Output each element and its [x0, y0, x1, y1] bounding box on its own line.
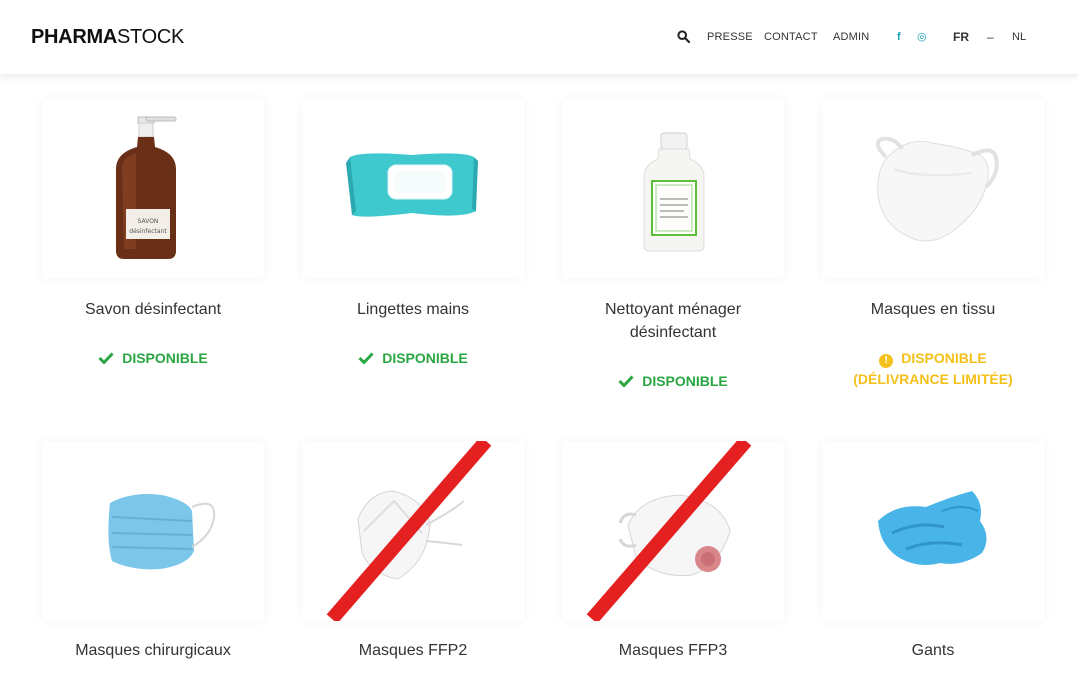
nav-presse[interactable]: PRESSE — [707, 31, 753, 43]
ffp2-mask-icon — [326, 441, 492, 621]
product-image — [562, 99, 784, 279]
site-header: PHARMASTOCK PRESSE CONTACT ADMIN f ◎ FR … — [0, 0, 1078, 74]
status-text-line-2: (DÉLIVRANCE LIMITÉE) — [853, 371, 1013, 387]
info-icon: ! — [879, 354, 894, 368]
nav-admin[interactable]: ADMIN — [833, 31, 869, 43]
status-text: DISPONIBLE — [382, 350, 468, 366]
product-image — [822, 99, 1044, 279]
product-name: Gants — [911, 642, 955, 659]
check-icon — [618, 375, 634, 387]
check-icon — [358, 352, 374, 364]
product-name-line-2: désinfectant — [629, 324, 717, 341]
product-name: Masques FFP2 — [358, 642, 468, 659]
ffp3-mask-icon — [586, 441, 752, 621]
product-name: Savon désinfectant — [84, 301, 222, 318]
product-name: Lingettes mains — [356, 301, 470, 318]
check-icon — [98, 352, 114, 364]
gloves-icon — [878, 491, 987, 565]
product-image: SAVON désinfectant — [42, 99, 264, 279]
status-available: DISPONIBLE — [562, 371, 784, 392]
product-image — [302, 441, 524, 621]
status-limited: ! DISPONIBLE — [822, 348, 1044, 369]
site-logo[interactable]: PHARMASTOCK — [31, 26, 184, 48]
language-nl[interactable]: NL — [1012, 31, 1026, 43]
search-icon[interactable] — [677, 30, 690, 43]
logo-bold-part: PHARMA — [31, 26, 117, 48]
product-image — [822, 441, 1044, 621]
product-name: Masques chirurgicaux — [75, 642, 231, 659]
product-name: Masques en tissu — [870, 301, 996, 318]
cleaner-bottle-icon — [643, 132, 705, 252]
product-image — [302, 99, 524, 279]
cloth-mask-icon — [875, 136, 999, 242]
nav-contact[interactable]: CONTACT — [764, 31, 818, 43]
status-available: DISPONIBLE — [42, 348, 264, 369]
status-text: DISPONIBLE — [122, 350, 208, 366]
instagram-icon[interactable]: ◎ — [917, 31, 927, 43]
svg-text:SAVON: SAVON — [138, 218, 159, 225]
unavailable-strike — [326, 441, 492, 621]
product-name: Masques FFP3 — [618, 642, 728, 659]
soap-bottle-icon: SAVON désinfectant — [116, 116, 177, 259]
language-separator: – — [987, 30, 994, 44]
wipes-pack-icon — [346, 153, 478, 217]
status-text-line-1: DISPONIBLE — [901, 350, 987, 366]
logo-regular-part: STOCK — [116, 26, 185, 48]
status-available: DISPONIBLE — [302, 348, 524, 369]
surgical-mask-icon — [108, 494, 216, 570]
svg-text:désinfectant: désinfectant — [129, 228, 167, 235]
product-image — [562, 441, 784, 621]
product-name-line-1: Nettoyant ménager — [604, 301, 742, 318]
facebook-icon[interactable]: f — [897, 31, 901, 43]
status-text: DISPONIBLE — [642, 373, 728, 389]
language-fr[interactable]: FR — [953, 30, 969, 44]
product-image — [42, 441, 264, 621]
